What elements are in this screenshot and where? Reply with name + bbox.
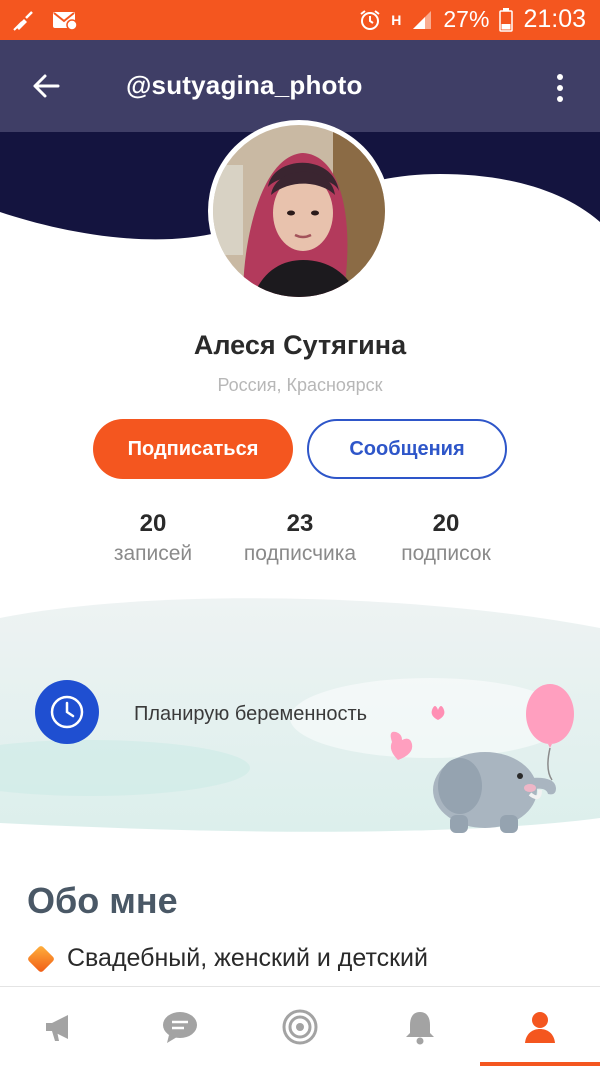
about-text-line: Свадебный, женский и детский [67,944,428,972]
stat-following-value: 20 [432,510,460,537]
avatar-photo [213,125,385,297]
bottom-navigation [0,986,600,1066]
stat-followers-label: подписчика [243,542,357,565]
megaphone-icon [46,1015,68,1041]
about-section-title: Обо мне [27,880,178,921]
bell-icon [406,1012,434,1045]
status-bar-notifications [12,9,78,31]
nav-messages[interactable] [120,987,240,1066]
messages-button[interactable]: Сообщения [307,419,507,479]
nav-discover[interactable] [240,987,360,1066]
stat-posts-value: 20 [139,510,167,537]
about-text: Свадебный, женский и детский [26,944,428,973]
nav-profile[interactable] [480,987,600,1066]
stat-posts-label: записей [113,542,193,565]
user-icon [525,1012,555,1043]
status-bar: H 27% 21:03 [0,0,600,40]
arrow-left-icon [33,74,60,98]
profile-location: Россия, Красноярск [217,375,383,395]
battery-icon [499,7,514,32]
broom-icon [13,11,33,31]
target-icon [282,1009,318,1045]
orange-diamond-icon [26,944,56,973]
stat-posts[interactable]: 20 записей [103,510,203,566]
status-text: Планирую беременность [134,703,368,725]
more-vertical-icon [557,74,563,80]
nav-notifications[interactable] [360,987,480,1066]
chat-bubble-icon [163,1012,197,1043]
stat-following[interactable]: 20 подписок [390,510,502,566]
nav-active-indicator [480,1062,600,1066]
alarm-icon [360,9,380,30]
stat-followers-value: 23 [286,510,314,537]
network-type-indicator: H [391,11,402,28]
profile-name: Алеся Сутягина [193,330,407,360]
signal-icon [413,10,432,29]
stat-followers[interactable]: 23 подписчика [230,510,370,566]
avatar[interactable] [208,120,390,302]
mail-icon [53,12,78,31]
battery-percent: 27% [443,6,490,32]
avatar-portrait-image [213,125,385,297]
status-clock-badge [35,680,99,744]
status-bar-system: H 27% 21:03 [359,5,586,34]
back-button[interactable] [26,66,66,106]
stat-following-label: подписок [401,542,491,565]
elephant-balloon-illustration [390,684,574,833]
profile-username: @sutyagina_photo [126,70,363,100]
clock: 21:03 [523,5,586,33]
subscribe-button[interactable]: Подписаться [93,419,293,479]
app-bar: @sutyagina_photo [0,40,600,132]
more-options-button[interactable] [550,68,570,108]
nav-feed[interactable] [0,987,120,1066]
clock-icon [50,695,84,729]
